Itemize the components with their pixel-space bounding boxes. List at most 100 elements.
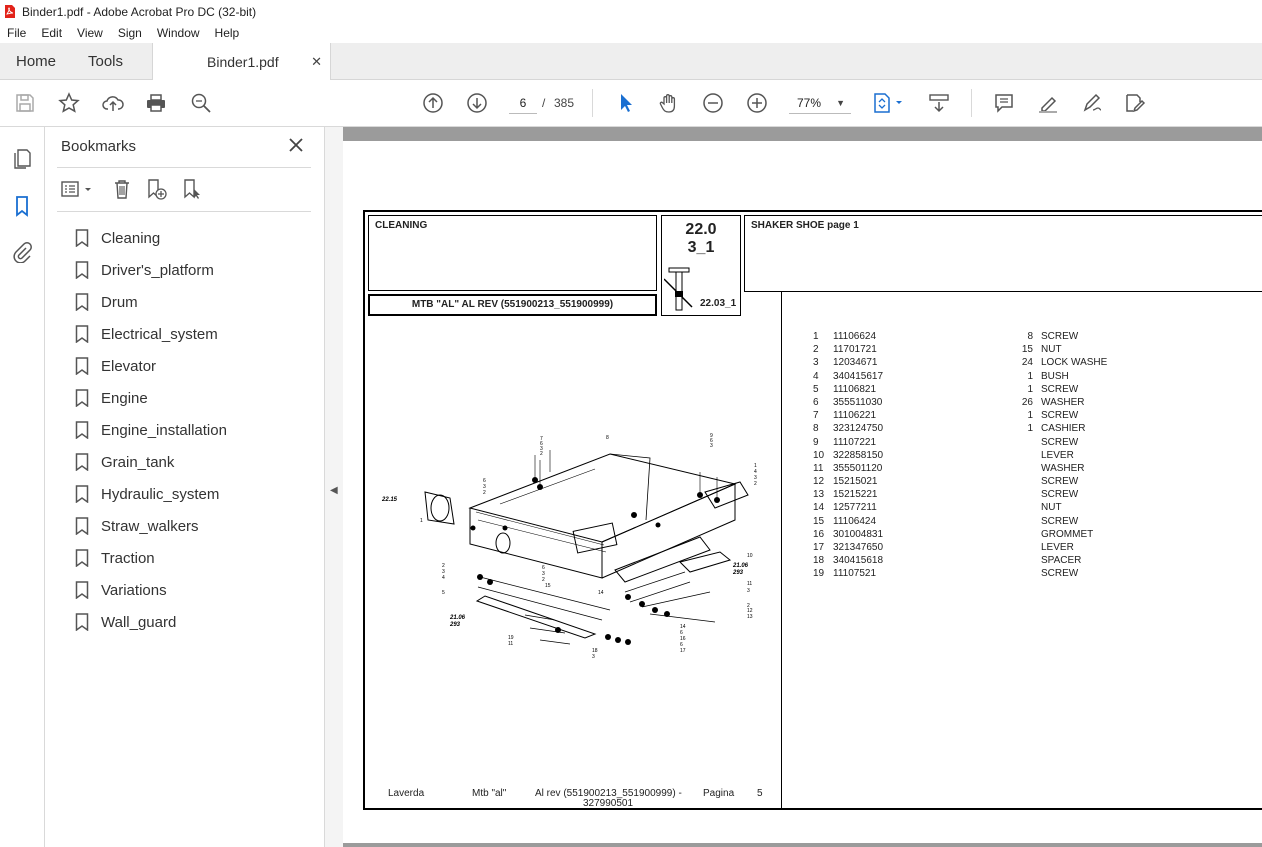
zoom-search-icon[interactable] <box>189 91 213 115</box>
part-code: 322858150 <box>833 449 884 461</box>
menu-edit[interactable]: Edit <box>34 26 70 40</box>
group-title-cell: CLEANING <box>368 215 657 291</box>
page-up-icon[interactable] <box>421 91 445 115</box>
collapse-panel-icon[interactable]: ◀ <box>330 485 338 496</box>
bookmark-icon <box>75 325 89 343</box>
footer-page-number: 5 <box>757 788 763 799</box>
svg-text:3: 3 <box>592 654 595 660</box>
part-index: 18 <box>813 555 825 567</box>
tab-home[interactable]: Home <box>16 43 56 80</box>
bookmark-item[interactable]: Straw_walkers <box>75 510 227 542</box>
attachments-icon[interactable] <box>11 241 33 264</box>
part-description: SCREW <box>1041 568 1079 580</box>
bookmark-item[interactable]: Drum <box>75 286 227 318</box>
part-code: 12577211 <box>833 502 877 514</box>
menu-window[interactable]: Window <box>150 26 208 40</box>
svg-text:14: 14 <box>598 590 604 596</box>
part-description: SCREW <box>1041 331 1079 342</box>
menu-file[interactable]: File <box>0 26 34 40</box>
close-tab-icon[interactable]: ✕ <box>311 54 322 70</box>
delete-bookmark-icon[interactable] <box>111 178 135 202</box>
panel-splitter[interactable]: ◀ <box>325 127 343 847</box>
highlight-pen-icon[interactable] <box>1036 91 1060 115</box>
part-qty: 26 <box>1021 396 1033 408</box>
part-code: 11106821 <box>833 383 877 395</box>
bookmark-item[interactable]: Grain_tank <box>75 446 227 478</box>
page-number-input[interactable]: 6 <box>509 92 537 114</box>
bookmark-item[interactable]: Hydraulic_system <box>75 478 227 510</box>
bookmark-label: Grain_tank <box>101 453 175 471</box>
hand-tool-icon[interactable] <box>657 91 681 115</box>
bookmark-item[interactable]: Driver's_platform <box>75 254 227 286</box>
menu-view[interactable]: View <box>70 26 111 40</box>
part-index: 1 <box>813 331 819 342</box>
draw-pen-icon[interactable] <box>1080 91 1104 115</box>
ref-label: 21.06 <box>449 615 466 621</box>
zoom-level-select[interactable]: 77% ▼ <box>789 92 851 114</box>
fit-page-icon[interactable] <box>871 91 905 115</box>
bookmark-options-icon[interactable] <box>60 178 96 202</box>
bookmarks-panel-icon[interactable] <box>11 195 33 217</box>
zoom-out-icon[interactable] <box>701 91 725 115</box>
page-down-icon[interactable] <box>465 91 489 115</box>
bookmark-from-selection-icon[interactable] <box>181 178 205 202</box>
part-index: 16 <box>813 528 825 540</box>
bookmark-item[interactable]: Engine_installation <box>75 414 227 446</box>
bookmark-item[interactable]: Cleaning <box>75 222 227 254</box>
bookmark-icon <box>75 485 89 503</box>
part-code: 355501120 <box>833 462 883 474</box>
zoom-in-icon[interactable] <box>745 91 769 115</box>
bookmark-item[interactable]: Electrical_system <box>75 318 227 350</box>
bookmark-item[interactable]: Variations <box>75 574 227 606</box>
page-gap <box>343 127 1262 141</box>
upload-cloud-icon[interactable] <box>101 91 125 115</box>
close-panel-icon[interactable] <box>287 136 305 154</box>
new-bookmark-icon[interactable] <box>145 178 169 202</box>
bookmark-label: Electrical_system <box>101 325 218 343</box>
part-index: 6 <box>813 396 819 408</box>
bookmark-item[interactable]: Traction <box>75 542 227 574</box>
part-index: 13 <box>813 489 825 501</box>
code-line-1: 22.0 <box>685 221 717 238</box>
part-qty: 15 <box>1021 344 1033 356</box>
bookmark-icon <box>75 357 89 375</box>
ref-label: 293 <box>732 570 744 576</box>
bookmark-item[interactable]: Elevator <box>75 350 227 382</box>
bookmark-icon <box>75 229 89 247</box>
acrobat-icon <box>5 5 15 18</box>
part-qty: 1 <box>1027 383 1033 395</box>
scroll-mode-icon[interactable] <box>927 91 951 115</box>
bookmark-icon <box>75 389 89 407</box>
bookmark-label: Drum <box>101 293 138 311</box>
bookmark-icon <box>75 581 89 599</box>
tab-document[interactable]: Binder1.pdf ✕ <box>152 43 331 81</box>
tab-tools[interactable]: Tools <box>88 43 123 80</box>
navigation-rail <box>0 127 45 847</box>
part-description: CASHIER <box>1041 423 1086 435</box>
select-cursor-icon[interactable] <box>613 91 637 115</box>
bookmark-icon <box>75 517 89 535</box>
part-code: 11106424 <box>833 515 877 527</box>
part-description: LEVER <box>1041 542 1074 553</box>
document-viewer[interactable]: CLEANING MTB "AL" AL REV (551900213_5519… <box>343 127 1262 847</box>
star-icon[interactable] <box>57 91 81 115</box>
save-icon[interactable] <box>13 91 37 115</box>
part-description: SCREW <box>1041 489 1079 501</box>
code-line-2: 3_1 <box>687 239 715 256</box>
bookmark-label: Traction <box>101 549 155 567</box>
drawing-frame: CLEANING MTB "AL" AL REV (551900213_5519… <box>363 210 1262 810</box>
print-icon[interactable] <box>144 91 168 115</box>
fill-sign-icon[interactable] <box>1123 91 1147 115</box>
part-qty: 1 <box>1027 370 1033 382</box>
part-index: 15 <box>813 515 825 527</box>
menu-sign[interactable]: Sign <box>111 26 150 40</box>
comment-icon[interactable] <box>992 91 1016 115</box>
part-description: SCREW <box>1041 436 1079 448</box>
page-thumbnails-icon[interactable] <box>11 148 33 170</box>
bookmark-item[interactable]: Wall_guard <box>75 606 227 638</box>
footer-range: Al rev (551900213_551900999) - 327990501 <box>535 788 682 809</box>
part-code: 12034671 <box>833 357 878 369</box>
part-code: 11106624 <box>833 331 877 342</box>
menu-help[interactable]: Help <box>208 26 248 40</box>
bookmark-item[interactable]: Engine <box>75 382 227 414</box>
